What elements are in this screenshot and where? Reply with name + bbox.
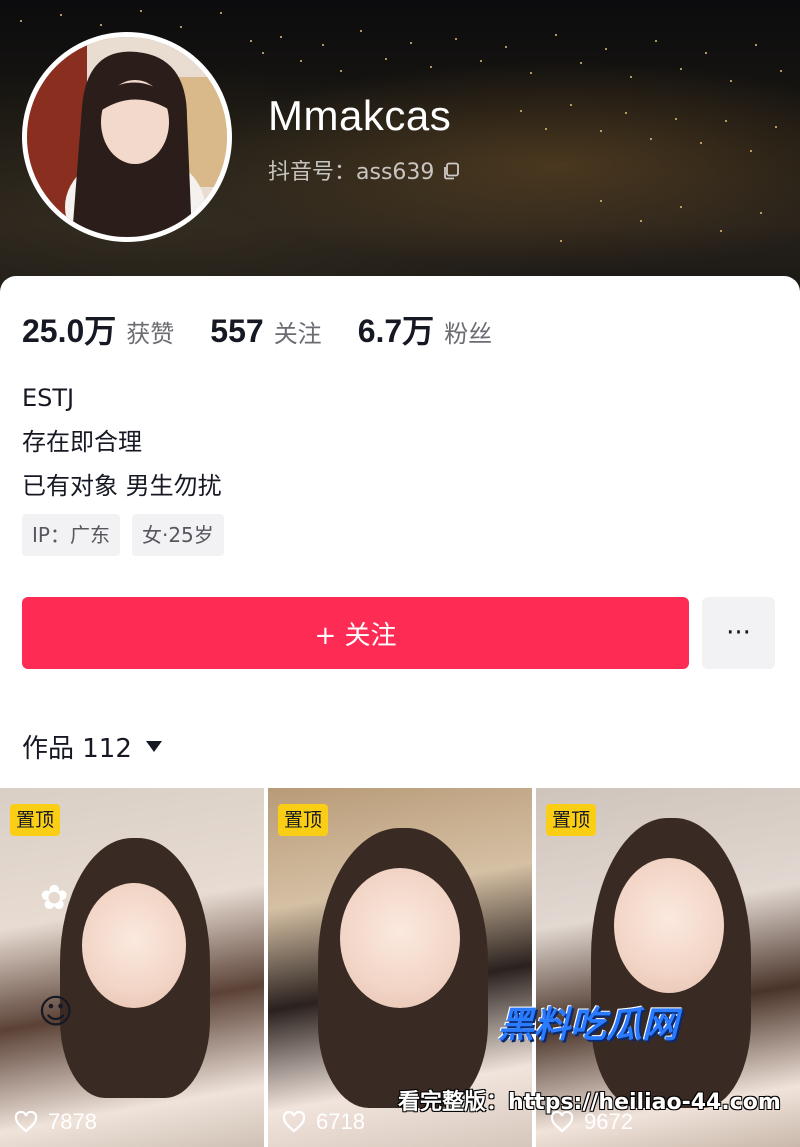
gender-age-tag: 女·25岁 [131,514,224,556]
profile-header: Mmakcas 抖音号：ass639 [0,0,800,300]
smile-emoji-icon: ☺ [38,992,74,1032]
bio-line: ESTJ [22,384,75,412]
heart-icon [14,1111,38,1133]
douyin-id-text: 抖音号：ass639 [268,160,435,185]
stats-row: 25.0万 获赞 557 关注 6.7万 粉丝 [22,306,528,352]
thumbnail-art [340,868,460,1008]
pinned-badge: 置顶 [278,804,329,836]
ip-location-tag: IP：广东 [22,514,120,556]
stat-following[interactable]: 557 关注 [210,313,321,350]
bio-line: 已有对象 男生勿扰 [22,472,222,500]
watermark-url: 看完整版：https://heiliao-44.com [398,1090,781,1115]
heart-icon [282,1111,306,1133]
bio: ESTJ 存在即合理 已有对象 男生勿扰 [22,376,222,508]
pinned-badge: 置顶 [10,804,61,836]
pinned-badge: 置顶 [546,804,597,836]
douyin-id: 抖音号：ass639 [268,154,460,186]
profile-tags: IP：广东 女·25岁 [22,514,224,556]
watermark-title: 黑料吃瓜网 [498,1005,679,1046]
stat-likes[interactable]: 25.0万 获赞 [22,306,174,352]
works-label: 作品 112 [22,734,132,764]
bio-line: 存在即合理 [22,428,142,456]
works-tab[interactable]: 作品 112 [22,728,162,765]
avatar-portrait [27,37,227,237]
stat-value: 557 [210,313,264,349]
thumbnail-art [614,858,724,993]
likes-count: 7878 [14,1109,97,1135]
follow-label: + 关注 [314,620,397,651]
caret-down-icon [145,741,162,752]
avatar[interactable] [22,32,232,242]
stat-label: 关注 [273,320,322,348]
stat-followers[interactable]: 6.7万 粉丝 [358,306,493,352]
likes-count: 6718 [282,1109,365,1135]
flower-icon: ✿ [40,878,69,918]
stat-value: 25.0万 [22,313,117,349]
stat-label: 获赞 [126,320,175,348]
stat-label: 粉丝 [444,320,493,348]
video-thumbnail[interactable]: ✿ ☺ 置顶 7878 [0,788,264,1147]
stat-value: 6.7万 [357,313,435,349]
likes-value: 6718 [316,1109,365,1134]
copy-icon[interactable] [442,161,460,180]
more-icon: ··· [726,618,751,648]
username: Mmakcas [268,92,452,139]
thumbnail-art [82,883,186,1008]
likes-value: 7878 [48,1109,97,1134]
follow-button[interactable]: + 关注 [22,597,689,669]
more-button[interactable]: ··· [702,597,775,669]
